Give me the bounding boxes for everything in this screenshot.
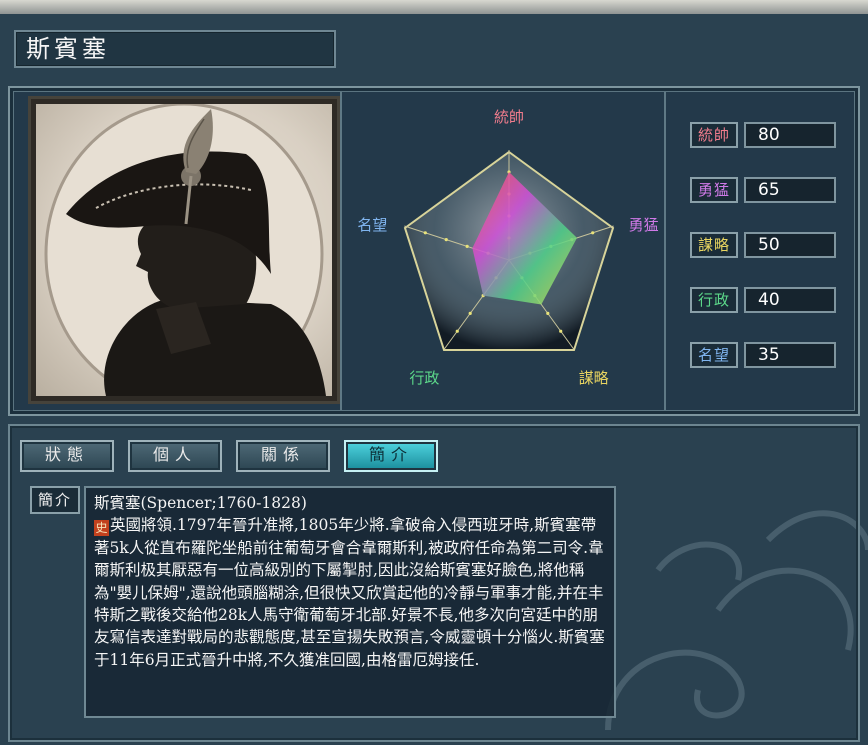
radar-tick [546,311,550,315]
history-marker-icon: 史 [94,520,109,537]
stat-label: 行政 [690,287,738,313]
radar-tick [591,231,595,235]
general-name: 斯賓塞 [26,35,110,63]
radar-tick [559,329,563,333]
stat-label: 勇猛 [690,177,738,203]
portrait-silhouette [44,104,326,396]
stat-value: 80 [744,122,836,148]
radar-axis-label: 謀略 [579,369,609,387]
stat-label: 名望 [690,342,738,368]
general-portrait [36,104,332,396]
biography-text-box[interactable]: 斯賓塞(Spencer;1760-1828) 史英國將領.1797年晉升准將,18… [84,486,616,718]
top-border [0,0,868,14]
radar-axis-label: 勇猛 [629,216,659,234]
stat-row-tongshuai: 統帥 80 [682,122,852,150]
portrait-frame [28,96,340,404]
radar-tick [423,231,427,235]
tab-status[interactable]: 狀態 [20,440,114,472]
divider [340,92,342,410]
radar-tick [455,329,459,333]
stat-row-mingwang: 名望 35 [682,342,852,370]
tab-personal[interactable]: 個人 [128,440,222,472]
tab-biography[interactable]: 簡介 [344,440,438,472]
biography-text: 英國將領.1797年晉升准將,1805年少將.拿破侖入侵西班牙時,斯賓塞帶著5k… [94,516,605,669]
tab-relations[interactable]: 關係 [236,440,330,472]
stat-value: 40 [744,287,836,313]
ability-radar: 統帥勇猛謀略 行政 名望 [346,92,672,410]
radar-axis-label: 行政 [409,369,439,387]
stat-value: 50 [744,232,836,258]
stat-value: 65 [744,177,836,203]
profile-panel: 統帥 勇猛 謀略 行政 名望 統帥 80 勇猛 65 謀略 50 行政 40 名望 35 [8,86,860,416]
radar-axis-label: 名望 [357,216,387,234]
general-name-plate: 斯賓塞 [14,30,336,68]
biography-label: 簡介 [30,486,80,514]
stat-label: 統帥 [690,122,738,148]
radar-chart: 統帥勇猛謀略 行政 名望 [357,108,659,387]
detail-panel: 狀態 個人 關係 簡介 簡介 斯賓塞(Spencer;1760-1828) 史英國… [8,424,860,742]
stat-value: 35 [744,342,836,368]
radar-axis-label: 統帥 [494,108,524,126]
stat-row-yongmeng: 勇猛 65 [682,177,852,205]
radar-tick [465,244,469,249]
radar-tick [444,238,448,242]
stat-label: 謀略 [690,232,738,258]
biography-title: 斯賓塞(Spencer;1760-1828) [94,494,307,512]
radar-tick [468,311,472,315]
stat-row-moulue: 謀略 50 [682,232,852,260]
stat-row-xingzheng: 行政 40 [682,287,852,315]
